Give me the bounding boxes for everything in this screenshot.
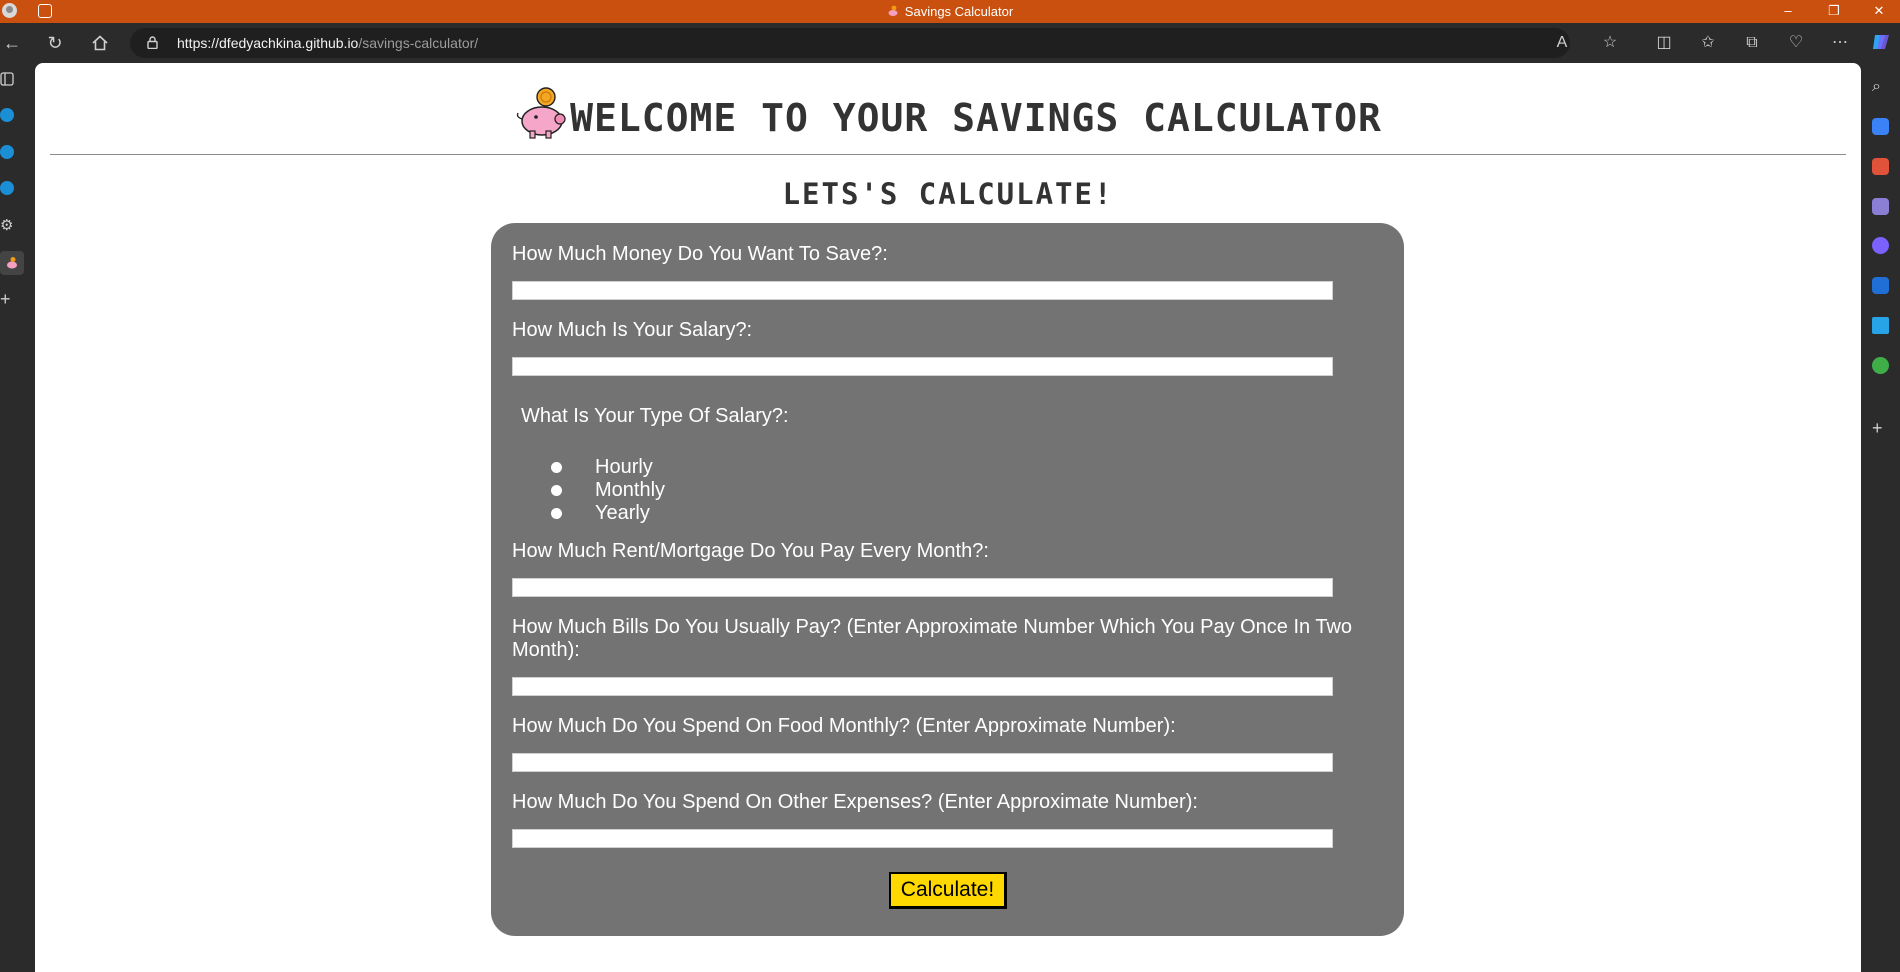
new-tab-plus-icon[interactable]: + <box>0 290 18 308</box>
radio-dot[interactable] <box>551 508 562 519</box>
home-icon[interactable] <box>88 31 112 55</box>
outlook-icon[interactable] <box>1872 277 1889 294</box>
close-window-button[interactable]: ✕ <box>1856 0 1900 23</box>
salary-type-label: What Is Your Type Of Salary?: <box>521 405 789 427</box>
savings-goal-label: How Much Money Do You Want To Save?: <box>512 243 888 265</box>
active-piggy-tab-icon[interactable] <box>0 251 24 275</box>
food-input[interactable] <box>512 753 1333 772</box>
piggy-bank-logo-icon <box>516 87 566 139</box>
browser-titlebar: Savings Calculator – ❐ ✕ <box>0 0 1900 23</box>
other-expenses-label: How Much Do You Spend On Other Expenses?… <box>512 791 1198 813</box>
refresh-icon[interactable]: ↻ <box>43 31 67 55</box>
games-icon[interactable] <box>1872 198 1889 215</box>
edge-tab-icon[interactable] <box>0 181 14 195</box>
copilot-icon[interactable] <box>1870 32 1892 54</box>
browser-essentials-icon[interactable]: ♡ <box>1785 32 1807 54</box>
search-icon[interactable]: ⌕ <box>1872 78 1889 95</box>
more-menu-icon[interactable]: ⋯ <box>1829 32 1851 54</box>
salary-input[interactable] <box>512 357 1333 376</box>
settings-gear-icon[interactable]: ⚙ <box>0 216 18 234</box>
tools-briefcase-icon[interactable] <box>1872 158 1889 175</box>
header-divider <box>50 154 1846 155</box>
page-title: WELCOME TO YOUR SAVINGS CALCULATOR <box>570 96 1382 140</box>
salary-label: How Much Is Your Salary?: <box>512 319 753 341</box>
savings-goal-input[interactable] <box>512 281 1333 300</box>
edge-sidebar: ⌕ + <box>1860 63 1900 972</box>
salary-type-label-yearly: Yearly <box>595 502 650 524</box>
minimize-button[interactable]: – <box>1765 0 1811 23</box>
url-host: https://dfedyachkina.github.io <box>177 35 359 51</box>
radio-dot[interactable] <box>551 485 562 496</box>
add-sidebar-plus-icon[interactable]: + <box>1872 419 1889 437</box>
bills-label-line1: How Much Bills Do You Usually Pay? (Ente… <box>512 616 1353 638</box>
favorite-star-icon[interactable]: ☆ <box>1599 32 1621 54</box>
browser-toolbar: ← ↻ https://dfedyachkina.github.io/savin… <box>0 23 1900 63</box>
salary-type-label-hourly: Hourly <box>595 456 653 478</box>
edge-tab-icon[interactable] <box>0 145 14 159</box>
rent-input[interactable] <box>512 578 1333 597</box>
favorites-icon[interactable]: ✩ <box>1697 32 1719 54</box>
calculate-button[interactable]: Calculate! <box>889 872 1007 909</box>
address-bar[interactable]: https://dfedyachkina.github.io/savings-c… <box>130 28 1570 58</box>
salary-type-label-monthly: Monthly <box>595 479 666 501</box>
page-header: WELCOME TO YOUR SAVINGS CALCULATOR <box>35 85 1861 147</box>
copilot-sidebar-icon[interactable] <box>1872 237 1889 254</box>
restore-button[interactable]: ❐ <box>1811 0 1857 23</box>
tab-panel-icon[interactable] <box>0 72 18 90</box>
bills-input[interactable] <box>512 677 1333 696</box>
food-label: How Much Do You Spend On Food Monthly? (… <box>512 715 1176 737</box>
read-aloud-icon[interactable]: A <box>1551 32 1573 54</box>
edge-tab-icon[interactable] <box>0 108 14 122</box>
bills-label-line2: Month): <box>512 639 580 661</box>
lock-icon[interactable] <box>147 36 158 49</box>
web-page: WELCOME TO YOUR SAVINGS CALCULATOR LETS'… <box>35 63 1861 972</box>
collections-icon[interactable]: ⧉ <box>1741 32 1763 54</box>
window-title-text: Savings Calculator <box>904 4 1014 19</box>
tree-icon[interactable] <box>1872 357 1889 374</box>
window-title: Savings Calculator <box>0 4 1900 19</box>
telegram-icon[interactable] <box>1872 317 1889 334</box>
other-expenses-input[interactable] <box>512 829 1333 848</box>
split-screen-icon[interactable]: ◫ <box>1653 32 1675 54</box>
shopping-tag-icon[interactable] <box>1872 118 1889 135</box>
radio-dot[interactable] <box>551 462 562 473</box>
calculator-form: How Much Money Do You Want To Save?: How… <box>491 223 1404 936</box>
piggy-favicon-icon <box>888 5 898 16</box>
rent-label: How Much Rent/Mortgage Do You Pay Every … <box>512 540 989 562</box>
url-text[interactable]: https://dfedyachkina.github.io/savings-c… <box>177 35 478 51</box>
back-arrow-icon[interactable]: ← <box>0 31 24 55</box>
url-path: /savings-calculator/ <box>358 35 479 51</box>
vertical-tabs-strip: ⚙ + <box>0 63 34 972</box>
section-subtitle: LETS'S CALCULATE! <box>782 177 1114 211</box>
